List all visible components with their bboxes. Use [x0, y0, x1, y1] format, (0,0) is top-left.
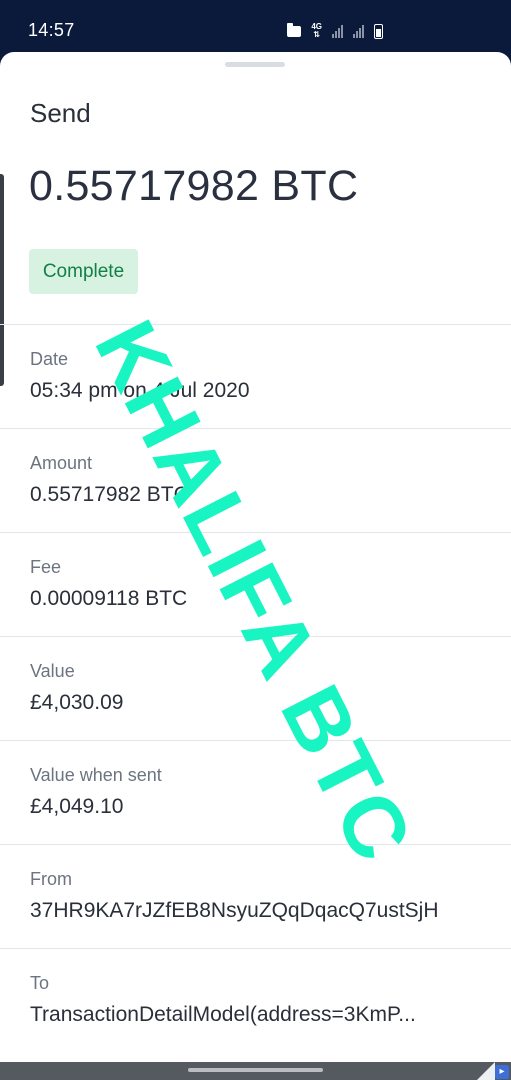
detail-row-value: Value £4,030.09 [0, 636, 511, 740]
page-curl-icon [477, 1062, 495, 1080]
status-badge: Complete [29, 249, 138, 294]
detail-label: To [30, 973, 50, 993]
detail-row-date: Date 05:34 pm on 4 Jul 2020 [0, 324, 511, 428]
sheet-drag-handle[interactable] [225, 62, 285, 67]
detail-row-value-when-sent: Value when sent £4,049.10 [0, 740, 511, 844]
detail-row-to[interactable]: To TransactionDetailModel(address=3KmP..… [0, 948, 511, 1052]
page-title: Send [30, 98, 91, 128]
detail-label: Date [30, 349, 69, 369]
detail-value: £4,030.09 [30, 691, 124, 714]
from-address: 37HR9KA7rJZfEB8NsyuZQqDqacQ7ustSjH [30, 899, 439, 922]
status-time: 14:57 [28, 20, 75, 40]
transaction-amount: 0.55717982 BTC [29, 162, 359, 210]
detail-value: 05:34 pm on 4 Jul 2020 [30, 379, 250, 402]
network-4g-icon: 4G ⇅ [311, 22, 322, 39]
corner-app-icon: ▸ [495, 1065, 509, 1079]
detail-value: £4,049.10 [30, 795, 124, 818]
network-label: 4G [311, 22, 322, 31]
detail-row-from[interactable]: From 37HR9KA7rJZfEB8NsyuZQqDqacQ7ustSjH [0, 844, 511, 948]
detail-value: 0.55717982 BTC [30, 483, 189, 506]
status-icons: 4G ⇅ [287, 22, 383, 40]
to-address: TransactionDetailModel(address=3KmP... [30, 1003, 416, 1026]
battery-icon [374, 23, 383, 39]
detail-label: From [30, 869, 72, 889]
status-bar: 14:57 4G ⇅ [0, 0, 511, 54]
detail-label: Amount [30, 453, 93, 473]
detail-label: Value when sent [30, 765, 162, 785]
signal-icon [353, 24, 364, 38]
transaction-detail-sheet: Send 0.55717982 BTC Complete Date 05:34 … [0, 52, 511, 1062]
detail-label: Fee [30, 557, 62, 577]
folder-icon [287, 22, 302, 37]
signal-icon [332, 24, 343, 38]
home-gesture-pill[interactable] [188, 1068, 323, 1072]
detail-label: Value [30, 661, 75, 681]
detail-value: 0.00009118 BTC [30, 587, 188, 610]
detail-row-fee: Fee 0.00009118 BTC [0, 532, 511, 636]
detail-row-amount: Amount 0.55717982 BTC [0, 428, 511, 532]
navigation-bar: ▸ [0, 1062, 511, 1080]
